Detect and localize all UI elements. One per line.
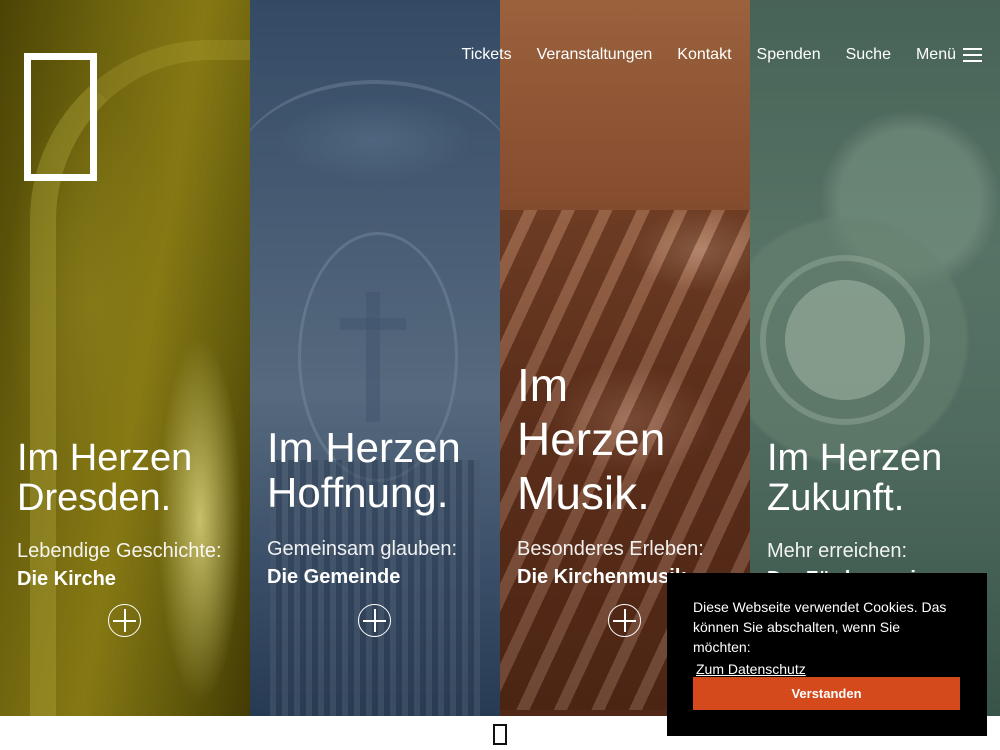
nav-tickets[interactable]: Tickets xyxy=(462,44,512,66)
panel-text: Im Herzen Musik. Besonderes Erleben: Die… xyxy=(517,358,704,590)
panel-subtitle: Besonderes Erleben: xyxy=(517,538,704,560)
panel-subtitle: Lebendige Geschichte: xyxy=(17,540,222,562)
panel-headline: Im Herzen Zukunft. xyxy=(767,437,943,519)
menu-button[interactable]: Menü xyxy=(916,46,982,64)
expand-plus-icon[interactable] xyxy=(108,604,141,637)
panel-subtitle: Gemeinsam glauben: xyxy=(267,538,458,560)
menu-label: Menü xyxy=(915,46,956,63)
nav-kontakt[interactable]: Kontakt xyxy=(677,44,731,66)
privacy-link[interactable]: Zum Datenschutz xyxy=(693,659,809,679)
nav-suche[interactable]: Suche xyxy=(846,44,891,66)
expand-plus-icon[interactable] xyxy=(608,604,641,637)
panel-link[interactable]: Die Gemeinde xyxy=(267,564,492,590)
panel-text: Im Herzen Hoffnung. Gemeinsam glauben: D… xyxy=(267,425,492,590)
panel-headline: Im Herzen Dresden. xyxy=(17,437,193,519)
expand-plus-icon[interactable] xyxy=(358,604,391,637)
panel-text: Im Herzen Dresden. Lebendige Geschichte:… xyxy=(17,438,222,592)
panel-hoffnung[interactable]: Im Herzen Hoffnung. Gemeinsam glauben: D… xyxy=(250,0,500,716)
nav-spenden[interactable]: Spenden xyxy=(757,44,821,66)
accept-cookies-button[interactable]: Verstanden xyxy=(693,677,960,710)
panel-headline: Im Herzen Musik. xyxy=(517,359,666,519)
logo-frame-icon[interactable] xyxy=(24,53,97,181)
rectangle-outline-icon[interactable] xyxy=(493,724,507,745)
cookie-banner: Diese Webseite verwendet Cookies. Das kö… xyxy=(667,573,987,736)
cookie-message: Diese Webseite verwendet Cookies. Das kö… xyxy=(693,599,947,655)
panel-link[interactable]: Die Kirche xyxy=(17,566,222,592)
panel-subtitle: Mehr erreichen: xyxy=(767,540,908,562)
hamburger-icon xyxy=(963,48,982,62)
panel-headline: Im Herzen Hoffnung. xyxy=(267,424,461,516)
top-navigation: Tickets Veranstaltungen Kontakt Spenden … xyxy=(437,44,982,66)
panel-text: Im Herzen Zukunft. Mehr erreichen: Der F… xyxy=(767,438,967,592)
nav-veranstaltungen[interactable]: Veranstaltungen xyxy=(537,44,653,66)
